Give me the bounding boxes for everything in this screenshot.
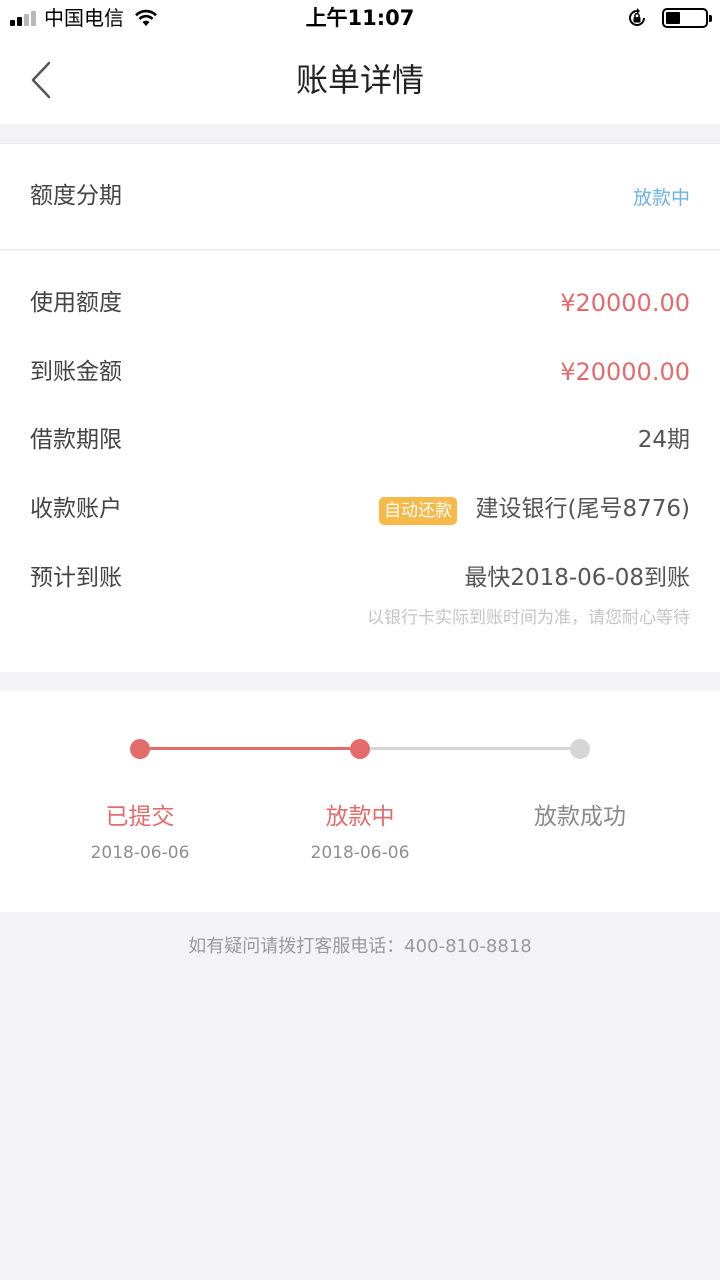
rotation-lock-icon bbox=[629, 8, 645, 26]
progress-line-2 bbox=[370, 747, 570, 750]
auto-repay-badge: 自动还款 bbox=[379, 497, 457, 525]
nav-bar: 账单详情 bbox=[0, 36, 720, 124]
step-label-disbursing: 放款中 bbox=[325, 804, 395, 830]
step-date-submitted: 2018-06-06 bbox=[90, 843, 190, 863]
step-dot-submitted bbox=[130, 739, 150, 759]
account-value: 建设银行(尾号8776) bbox=[475, 496, 690, 522]
progress-line-1 bbox=[150, 747, 350, 750]
loan-type-label: 额度分期 bbox=[30, 183, 122, 209]
battery-icon bbox=[662, 8, 712, 28]
clock: 上午11:07 bbox=[305, 6, 415, 30]
received-amount-value: ¥20000.00 bbox=[560, 358, 690, 386]
used-limit-value: ¥20000.00 bbox=[560, 289, 690, 317]
loan-term-label: 借款期限 bbox=[30, 427, 122, 453]
status-bar: 中国电信 上午11:07 bbox=[0, 0, 720, 36]
step-label-success: 放款成功 bbox=[534, 804, 626, 830]
step-label-submitted: 已提交 bbox=[105, 804, 175, 830]
step-dot-success bbox=[570, 739, 590, 759]
status-right bbox=[626, 7, 712, 29]
received-amount-label: 到账金额 bbox=[30, 359, 122, 385]
step-date-disbursing: 2018-06-06 bbox=[310, 843, 410, 863]
status-badge: 放款中 bbox=[632, 187, 690, 209]
step-dot-disbursing bbox=[350, 739, 370, 759]
arrival-label: 预计到账 bbox=[30, 565, 122, 591]
loan-term-value: 24期 bbox=[637, 427, 690, 453]
progress-card: 已提交 放款中 放款成功 2018-06-06 2018-06-06 bbox=[0, 690, 720, 912]
loan-status-card: 额度分期 放款中 bbox=[0, 143, 720, 250]
account-label: 收款账户 bbox=[30, 496, 122, 522]
page-title: 账单详情 bbox=[295, 61, 424, 99]
arrival-note: 以银行卡实际到账时间为准，请您耐心等待 bbox=[367, 608, 690, 628]
customer-service-contact: 如有疑问请拨打客服电话：400-810-8818 bbox=[188, 936, 532, 957]
arrival-value: 最快2018-06-08到账 bbox=[464, 565, 690, 591]
used-limit-label: 使用额度 bbox=[30, 290, 122, 316]
loan-detail-card: 使用额度 ¥20000.00 到账金额 ¥20000.00 借款期限 24期 收… bbox=[0, 251, 720, 672]
